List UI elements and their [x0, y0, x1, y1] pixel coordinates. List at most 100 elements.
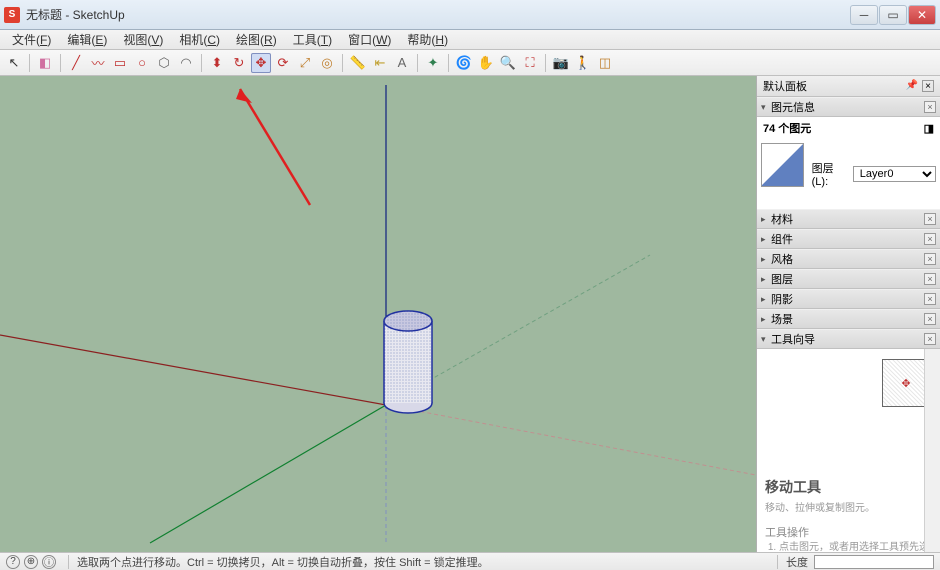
maximize-button[interactable]: ▭	[879, 5, 907, 25]
zoom-tool[interactable]: 🔍	[498, 53, 518, 73]
section-close-icon[interactable]: ×	[924, 333, 936, 345]
toolbar: ↖ ◧ ╱〰▭○⬡◠ ⬍↻✥⟳⤢◎ 📏⇤A ✦ 🌀✋🔍⛶ 📷🚶◫	[0, 50, 940, 76]
operation-label: 工具操作	[765, 524, 932, 540]
instructor-graphic: ✥	[882, 359, 930, 407]
section-close-icon[interactable]: ×	[924, 273, 936, 285]
cylinder-object	[384, 311, 432, 413]
arrow-icon: ▸	[761, 294, 771, 305]
followme-tool[interactable]: ↻	[229, 53, 249, 73]
freehand-tool[interactable]: 〰	[88, 53, 108, 73]
arrow-icon: ▸	[761, 214, 771, 225]
arrow-icon: ▸	[761, 274, 771, 285]
help-icon[interactable]: ?	[6, 555, 20, 569]
measurement-input[interactable]	[814, 555, 934, 569]
close-button[interactable]: ✕	[908, 5, 936, 25]
credits-icon[interactable]: ⓘ	[42, 555, 56, 569]
collapse-arrow-icon: ▾	[761, 102, 771, 113]
panel-section-6[interactable]: ▾工具向导×	[757, 329, 940, 349]
layer-select[interactable]: Layer0	[853, 166, 936, 182]
section-close-icon[interactable]: ×	[924, 293, 936, 305]
layer-row: 图层(L): Layer0	[812, 143, 936, 205]
move-tool[interactable]: ✥	[251, 53, 271, 73]
panel-section-5[interactable]: ▸场景 ×	[757, 309, 940, 329]
menu-item-3[interactable]: 相机(C)	[171, 29, 228, 50]
section-label: 场景	[771, 311, 793, 327]
length-label: 长度	[786, 554, 808, 570]
section-label: 材料	[771, 211, 793, 227]
arrow-icon: ▸	[761, 234, 771, 245]
arrow-icon: ▸	[761, 314, 771, 325]
menu-item-5[interactable]: 工具(T)	[285, 29, 340, 50]
panel-section-3[interactable]: ▸图层 ×	[757, 269, 940, 289]
app-icon: S	[4, 7, 20, 23]
panel-section-1[interactable]: ▸组件 ×	[757, 229, 940, 249]
section-tool[interactable]: ◫	[595, 53, 615, 73]
toolbar-separator	[417, 54, 418, 72]
pan-tool[interactable]: ✋	[476, 53, 496, 73]
section-close-icon[interactable]: ×	[924, 213, 936, 225]
rotate-tool[interactable]: ⟳	[273, 53, 293, 73]
tape-tool[interactable]: 📏	[348, 53, 368, 73]
circle-tool[interactable]: ○	[132, 53, 152, 73]
instructor-panel: ✥ 移动工具 移动、拉伸或复制图元。 工具操作 点击图元，或者用选择工具预先选择…	[757, 349, 940, 552]
pin-icon[interactable]: 📌	[906, 80, 918, 92]
section-close-icon[interactable]: ×	[924, 253, 936, 265]
geo-icon[interactable]: ⊕	[24, 555, 38, 569]
rectangle-tool[interactable]: ▭	[110, 53, 130, 73]
panel-section-0[interactable]: ▸材料 ×	[757, 209, 940, 229]
section-close-icon[interactable]: ×	[924, 313, 936, 325]
text-tool[interactable]: A	[392, 53, 412, 73]
menu-item-4[interactable]: 绘图(R)	[228, 29, 285, 50]
polygon-tool[interactable]: ⬡	[154, 53, 174, 73]
toolbar-separator	[545, 54, 546, 72]
offset-tool[interactable]: ◎	[317, 53, 337, 73]
dimension-tool[interactable]: ⇤	[370, 53, 390, 73]
operation-step: 点击图元，或者用选择工具预先选择多个图元。	[779, 542, 932, 552]
instructor-subtitle: 移动、拉伸或复制图元。	[765, 499, 932, 514]
move-cursor-icon: ✥	[901, 377, 910, 390]
main-area: 默认面板 📌 × ▾ 图元信息 × 74 个图元 ◨ 图层(L): Layer0	[0, 76, 940, 552]
walk-tool[interactable]: 🚶	[573, 53, 593, 73]
viewport[interactable]	[0, 76, 756, 552]
arc-tool[interactable]: ◠	[176, 53, 196, 73]
entity-info-header[interactable]: ▾ 图元信息 ×	[757, 97, 940, 117]
axes-tool[interactable]: ✦	[423, 53, 443, 73]
eraser-tool[interactable]: ◧	[35, 53, 55, 73]
operation-list: 点击图元，或者用选择工具预先选择多个图元。将光标移至新的位置。点击完成移动操作。	[765, 542, 932, 552]
material-thumbnail[interactable]	[761, 143, 804, 187]
arrow-icon: ▸	[761, 254, 771, 265]
layer-label: 图层(L):	[812, 160, 849, 188]
menu-item-2[interactable]: 视图(V)	[115, 29, 171, 50]
section-close-icon[interactable]: ×	[924, 233, 936, 245]
right-panel: 默认面板 📌 × ▾ 图元信息 × 74 个图元 ◨ 图层(L): Layer0	[756, 76, 940, 552]
pushpull-tool[interactable]: ⬍	[207, 53, 227, 73]
orbit-tool[interactable]: 🌀	[454, 53, 474, 73]
position-camera-tool[interactable]: 📷	[551, 53, 571, 73]
minimize-button[interactable]: ─	[850, 5, 878, 25]
panel-close-icon[interactable]: ×	[922, 80, 934, 92]
menu-item-6[interactable]: 窗口(W)	[340, 29, 399, 50]
entity-count: 74 个图元	[763, 120, 811, 136]
hide-details-icon[interactable]: ◨	[924, 122, 934, 135]
toolbar-separator	[342, 54, 343, 72]
panel-section-4[interactable]: ▸阴影×	[757, 289, 940, 309]
zoomextents-tool[interactable]: ⛶	[520, 53, 540, 73]
select-tool[interactable]: ↖	[4, 53, 24, 73]
toolbar-separator	[201, 54, 202, 72]
default-panel-header[interactable]: 默认面板 📌 ×	[757, 76, 940, 97]
status-bar: ? ⊕ ⓘ 选取两个点进行移动。Ctrl = 切换拷贝，Alt = 切换自动折叠…	[0, 552, 940, 570]
panel-section-2[interactable]: ▸风格×	[757, 249, 940, 269]
menu-item-7[interactable]: 帮助(H)	[399, 29, 456, 50]
section-label: 图层	[771, 271, 793, 287]
line-tool[interactable]: ╱	[66, 53, 86, 73]
toolbar-separator	[29, 54, 30, 72]
menu-item-1[interactable]: 编辑(E)	[59, 29, 115, 50]
section-label: 组件	[771, 231, 793, 247]
title-bar: S 无标题 - SketchUp ─ ▭ ✕	[0, 0, 940, 30]
menu-item-0[interactable]: 文件(F)	[4, 29, 59, 50]
menu-bar: 文件(F)编辑(E)视图(V)相机(C)绘图(R)工具(T)窗口(W)帮助(H)	[0, 30, 940, 50]
scale-tool[interactable]: ⤢	[295, 53, 315, 73]
scrollbar-vertical[interactable]	[924, 349, 940, 552]
toolbar-separator	[448, 54, 449, 72]
section-close-icon[interactable]: ×	[924, 101, 936, 113]
